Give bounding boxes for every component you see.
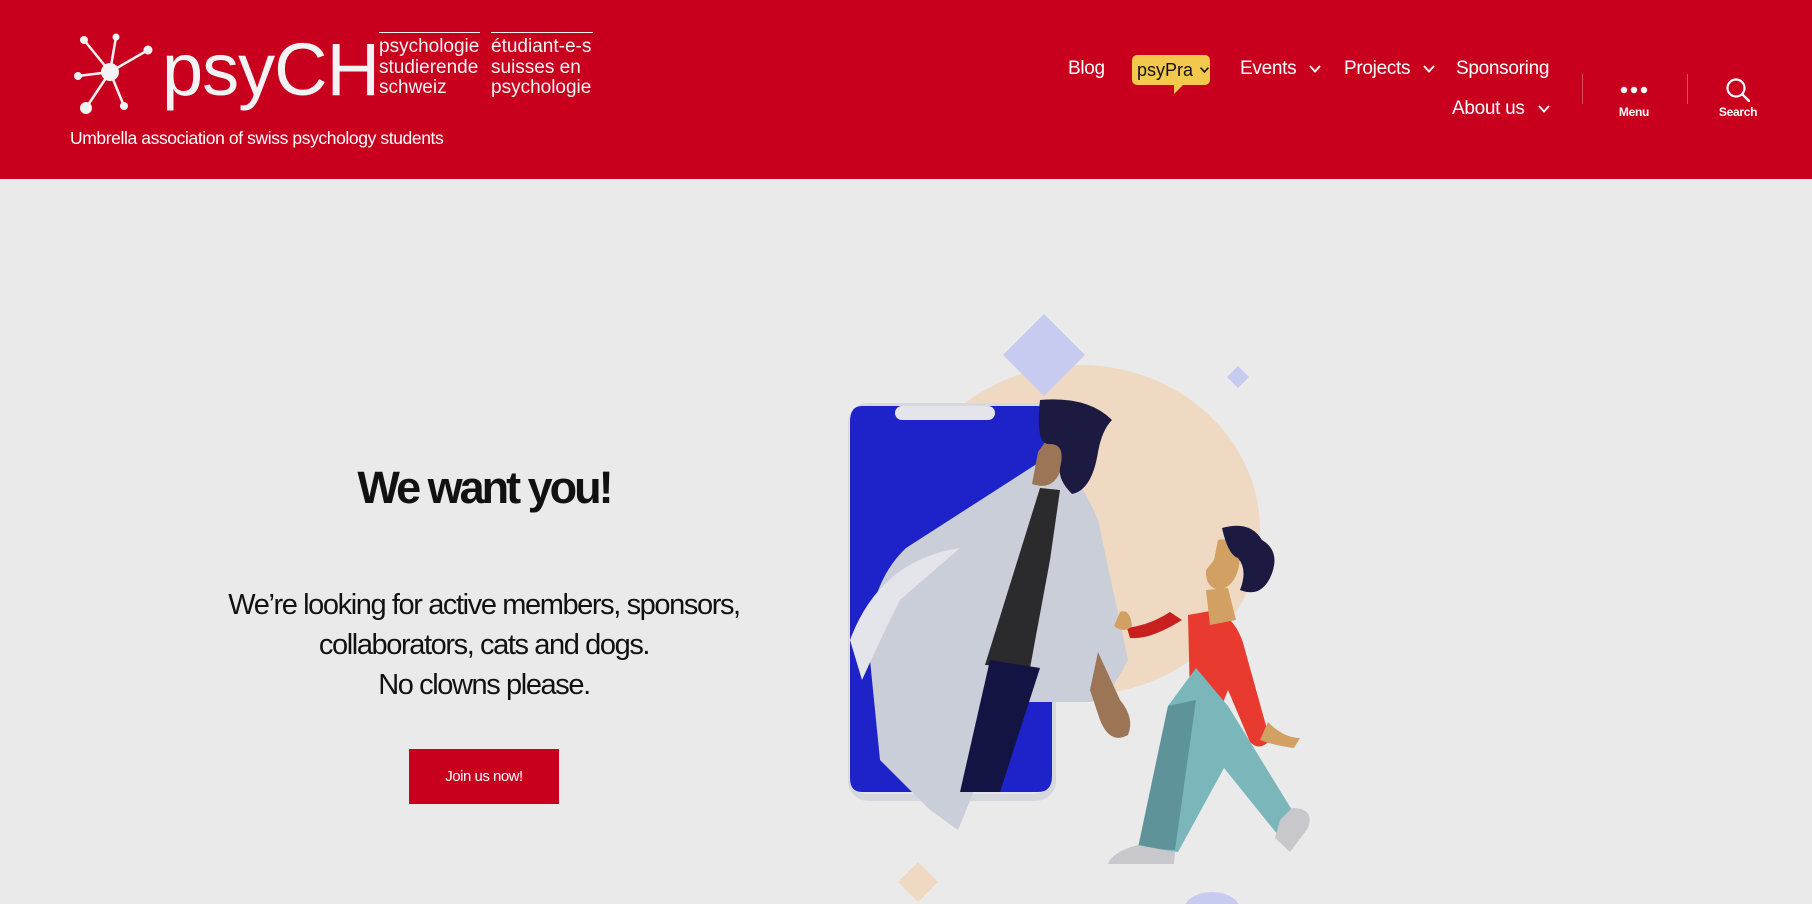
hero-illustration (848, 314, 1310, 904)
circle-shape (1185, 892, 1239, 904)
diamond-shape (898, 862, 938, 902)
diamond-shape (1227, 366, 1249, 388)
